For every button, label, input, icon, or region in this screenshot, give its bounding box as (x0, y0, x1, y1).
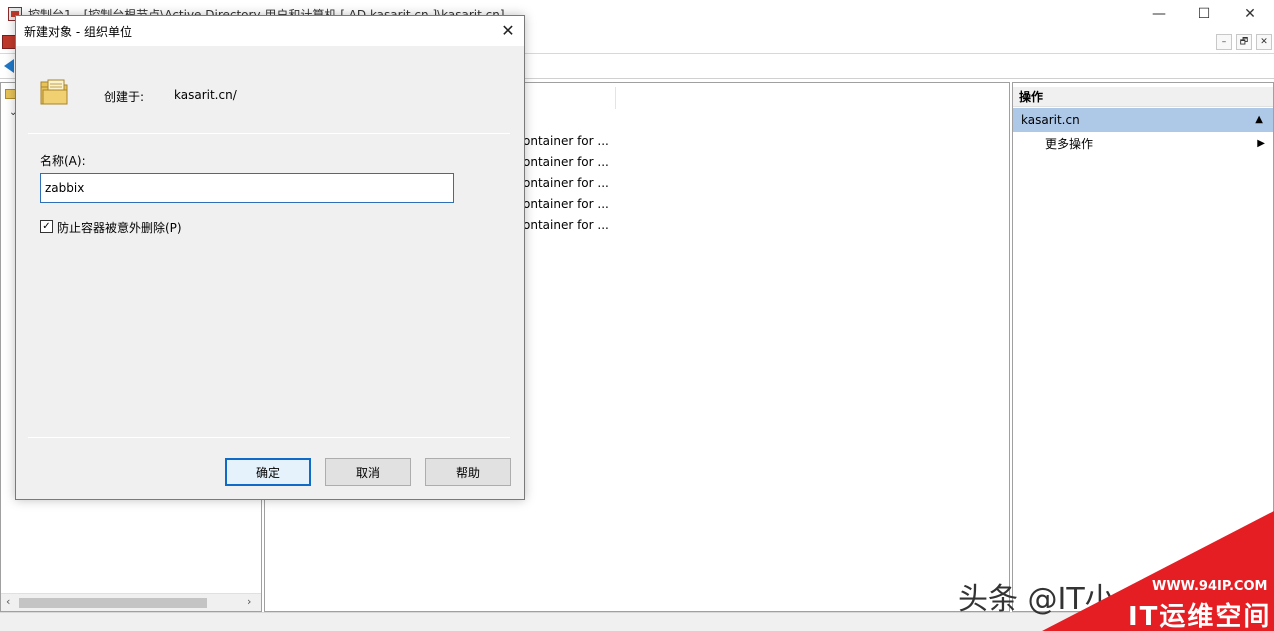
submenu-arrow-icon: ▶ (1257, 138, 1265, 149)
more-actions-item[interactable]: 更多操作 ▶ (1013, 133, 1273, 155)
actions-group-domain[interactable]: kasarit.cn ▲ (1013, 108, 1273, 132)
organizational-unit-icon (40, 79, 68, 105)
list-item-description[interactable]: ontainer for ... (523, 197, 609, 211)
column-separator[interactable] (615, 87, 616, 109)
divider (28, 437, 510, 438)
created-in-value: kasarit.cn/ (174, 88, 237, 102)
maximize-button[interactable]: ☐ (1189, 4, 1219, 24)
protect-deletion-label[interactable]: 防止容器被意外删除(P) (57, 219, 182, 236)
mdi-minimize-button[interactable]: – (1216, 34, 1232, 50)
new-ou-dialog: 新建对象 - 组织单位 ✕ 创建于: kasarit.cn/ 名称(A): ✓ … (15, 15, 525, 500)
dialog-close-icon[interactable]: ✕ (494, 18, 522, 44)
list-item-description[interactable]: ontainer for ... (523, 176, 609, 190)
created-in-label: 创建于: (104, 90, 145, 104)
actions-header: 操作 (1013, 87, 1273, 107)
watermark-url: WWW.94IP.COM (1152, 579, 1268, 594)
divider (28, 133, 510, 134)
close-button[interactable]: ✕ (1235, 4, 1265, 24)
dialog-title: 新建对象 - 组织单位 (24, 25, 132, 39)
scrollbar-thumb[interactable] (19, 598, 207, 608)
help-button[interactable]: 帮助 (425, 458, 511, 486)
cancel-button[interactable]: 取消 (325, 458, 411, 486)
mdi-restore-button[interactable]: 🗗 (1236, 34, 1252, 50)
list-item-description[interactable]: ontainer for ... (523, 155, 609, 169)
watermark-brand: IT运维空间 (1128, 602, 1272, 631)
collapse-up-icon[interactable]: ▲ (1255, 108, 1263, 132)
actions-group-label: kasarit.cn (1021, 113, 1080, 127)
ok-button[interactable]: 确定 (225, 458, 311, 486)
name-label: 名称(A): (40, 154, 86, 168)
console-icon[interactable] (2, 35, 16, 49)
dialog-titlebar: 新建对象 - 组织单位 ✕ (16, 16, 524, 46)
name-input[interactable] (40, 173, 454, 203)
more-actions-label: 更多操作 (1045, 137, 1094, 151)
list-item-description[interactable]: ontainer for ... (523, 134, 609, 148)
scroll-left-icon[interactable]: ‹ (6, 595, 10, 608)
back-arrow-icon[interactable] (4, 59, 14, 73)
scroll-right-icon[interactable]: › (247, 595, 251, 608)
mdi-close-button[interactable]: ✕ (1256, 34, 1272, 50)
checkbox-checked-icon[interactable]: ✓ (40, 220, 53, 233)
minimize-button[interactable]: — (1144, 4, 1174, 24)
list-item-description[interactable]: ontainer for ... (523, 218, 609, 232)
horizontal-scrollbar[interactable]: ‹ › (1, 593, 261, 611)
